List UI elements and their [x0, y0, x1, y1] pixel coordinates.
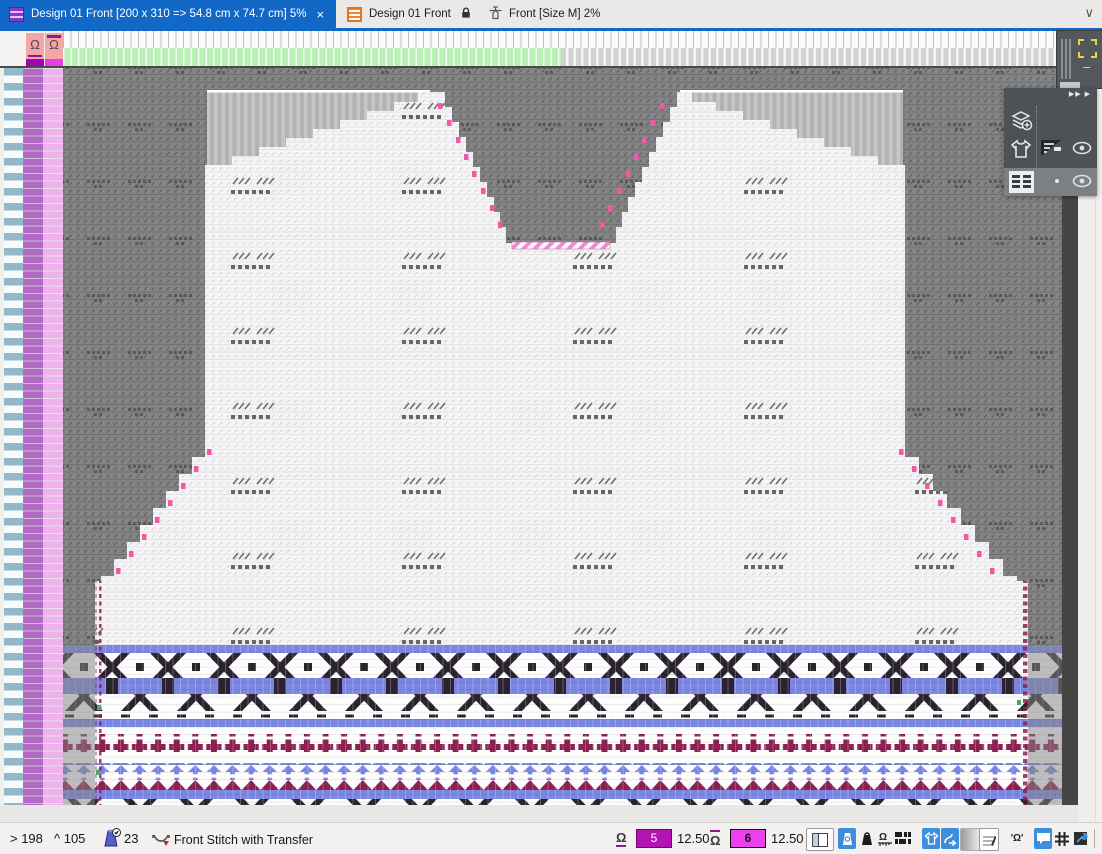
layer-dot-icon[interactable] [1055, 179, 1059, 183]
settings-wrench-button[interactable] [1071, 828, 1089, 849]
stitch-gauge-button[interactable]: Ω [876, 828, 894, 849]
transfer-stitch-icon [152, 832, 171, 852]
front-stitch-tool-button[interactable]: Ω [26, 33, 44, 59]
front-stitch-indicator-icon: Ω [616, 830, 626, 847]
front-column-header [26, 59, 44, 66]
yarn-weight-button[interactable] [858, 828, 876, 849]
row-marker-column[interactable] [4, 68, 23, 805]
back-stitch-glyph: Ω [49, 37, 59, 52]
comments-button[interactable] [1034, 828, 1052, 849]
add-layer-icon[interactable] [1010, 108, 1034, 137]
garment-view-button[interactable] [922, 828, 940, 849]
cursor-row-readout: ^ 105 [54, 831, 85, 846]
knit-chart [63, 68, 1062, 805]
collapse-minus[interactable]: – [1083, 59, 1090, 74]
garment-layer-icon[interactable] [1010, 138, 1032, 165]
active-layer-row[interactable] [1004, 168, 1097, 196]
neckline-band [512, 242, 610, 249]
stitch-symbol-button[interactable]: 'Ω' [1006, 828, 1028, 849]
hide-pattern-icon[interactable] [1040, 138, 1064, 165]
back-stitch-indicator-icon: Ω [710, 830, 720, 848]
knit-mode-button[interactable] [941, 828, 959, 849]
panel-expand-icons[interactable]: ▶▶ ▶ [1069, 90, 1091, 98]
active-tool-name: Front Stitch with Transfer [174, 833, 313, 847]
gradient-button[interactable] [960, 828, 980, 851]
yarn-count: 23 [124, 831, 138, 846]
lock-icon [461, 7, 471, 22]
garment-icon [488, 6, 503, 23]
pattern-document-icon [9, 7, 24, 22]
panel-grip[interactable] [1061, 39, 1063, 79]
back-yarn-value[interactable]: 6 [730, 829, 766, 848]
back-gauge: 12.50 [771, 831, 804, 846]
front-bar [28, 55, 42, 58]
selection-tool-panel[interactable]: – [1056, 30, 1102, 89]
front-gauge: 12.50 [677, 831, 710, 846]
shape-document-icon [347, 7, 362, 22]
tab-design-shape[interactable]: Design 01 Front [337, 0, 477, 28]
application-window: Design 01 Front [200 x 310 => 54.8 cm x … [0, 0, 1102, 854]
svg-text:Ω: Ω [879, 832, 887, 843]
layers-panel[interactable]: ▶▶ ▶ [1004, 88, 1097, 196]
needle-assignment-button[interactable] [894, 828, 912, 849]
cursor-column-readout: > 198 [10, 831, 43, 846]
tab-overflow-chevron-icon[interactable]: ∨ [1084, 5, 1094, 21]
front-yarn-value[interactable]: 5 [636, 829, 672, 848]
status-separator [1094, 829, 1095, 848]
tab-bar: Design 01 Front [200 x 310 => 54.8 cm x … [0, 0, 1102, 28]
front-control-column[interactable] [23, 68, 43, 805]
back-column-header [45, 59, 63, 66]
needle-range-bar-gray[interactable] [561, 48, 1062, 66]
yarn-colors-button[interactable] [838, 828, 856, 849]
tab-design-pattern[interactable]: Design 01 Front [200 x 310 => 54.8 cm x … [0, 0, 336, 28]
grid-toggle-button[interactable] [1053, 828, 1071, 849]
horizontal-ruler[interactable] [63, 31, 1062, 48]
selection-rectangle-icon[interactable] [1078, 39, 1097, 58]
status-bar: > 198 ^ 105 23 Front Stitch with Transfe… [0, 822, 1102, 854]
horizontal-scroll-strip[interactable]: ‹ › ‹ [0, 805, 1078, 822]
tab-front-size-m[interactable]: Front [Size M] 2% [478, 0, 648, 28]
close-icon[interactable]: × [317, 7, 325, 22]
tab-label: Design 01 Front [200 x 310 => 54.8 cm x … [31, 8, 307, 20]
visibility-eye-icon-2[interactable] [1072, 174, 1092, 193]
visibility-eye-icon[interactable] [1072, 141, 1092, 160]
tab-label: Front [Size M] 2% [509, 8, 600, 20]
yarn-cone-icon[interactable] [100, 827, 122, 854]
back-stitch-tool-button[interactable]: Ω [45, 33, 63, 59]
needle-range-bar-green[interactable] [63, 48, 561, 66]
needle-bed-grid-icon[interactable] [1008, 170, 1035, 199]
split-view-button[interactable] [806, 828, 834, 851]
pattern-canvas[interactable] [63, 68, 1062, 805]
tab-label: Design 01 Front [369, 8, 451, 20]
back-bar [47, 35, 61, 38]
back-control-column[interactable] [43, 68, 63, 805]
front-stitch-glyph: Ω [30, 37, 40, 52]
edit-grid-button[interactable] [979, 828, 999, 851]
